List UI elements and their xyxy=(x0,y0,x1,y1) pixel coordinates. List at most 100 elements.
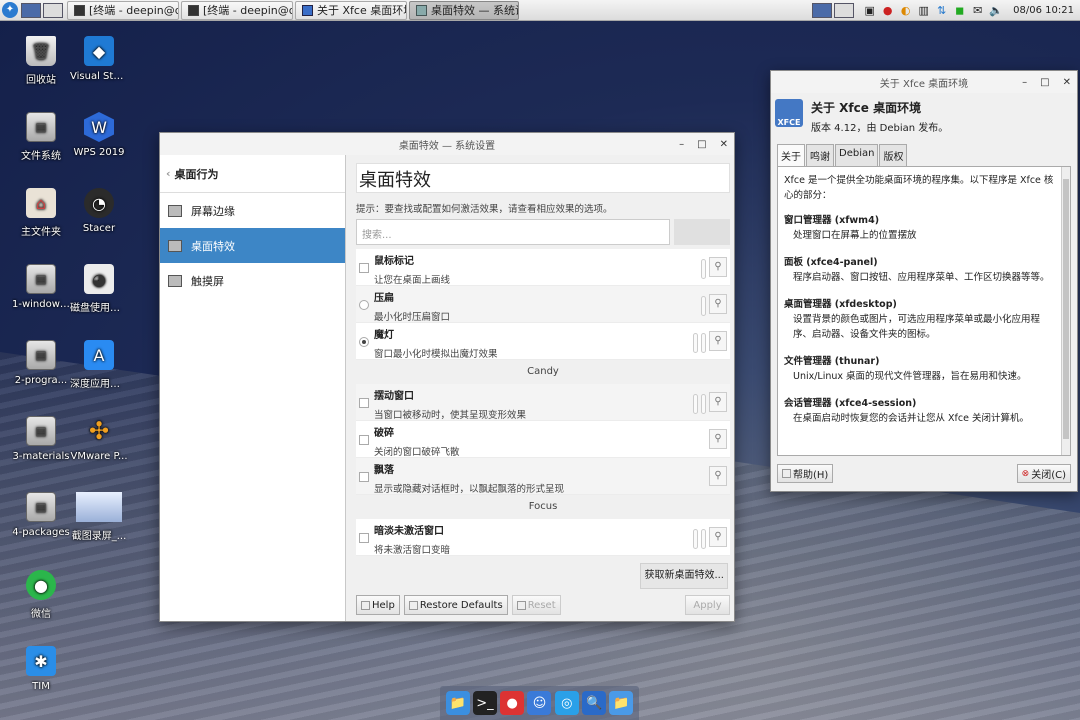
search-input[interactable]: 搜索... xyxy=(356,219,670,245)
effect-configure-icon[interactable]: ⚲ xyxy=(709,527,727,547)
workspace-1[interactable] xyxy=(21,2,41,18)
taskbar-item-terminal-2[interactable]: [终端 - deepin@dep-f... xyxy=(181,0,293,20)
sidebar-item-desktop-effects[interactable]: 桌面特效 xyxy=(160,228,345,263)
effect-toggle[interactable] xyxy=(693,394,698,414)
restore-defaults-button[interactable]: Restore Defaults xyxy=(403,595,508,615)
scrollbar-thumb[interactable] xyxy=(1063,179,1069,439)
about-help-button[interactable]: 帮助(H) xyxy=(777,464,834,483)
desktop-icon-wps[interactable]: W WPS 2019 xyxy=(70,112,128,159)
clipboard-icon[interactable]: ▥ xyxy=(917,4,930,17)
workspace-1[interactable] xyxy=(812,3,833,18)
effect-configure-icon[interactable]: ⚲ xyxy=(709,429,727,449)
effect-row-dim-inactive[interactable]: 暗淡未激活窗口 将未激活窗口变暗 ⚲ xyxy=(356,519,730,556)
desktop-icon-vmware[interactable]: ✣ VMware P... xyxy=(70,416,128,463)
effect-configure-icon[interactable]: ⚲ xyxy=(709,392,727,412)
effect-toggle[interactable] xyxy=(701,296,706,316)
effect-toggle[interactable] xyxy=(701,529,706,549)
desktop-icon-disk-usage[interactable]: ◕ 磁盘使用情... xyxy=(70,264,128,315)
effect-checkbox[interactable] xyxy=(359,263,369,273)
effect-row-squash[interactable]: 压扁 最小化时压扁窗口 ⚲ xyxy=(356,286,730,323)
mail-icon[interactable]: ✉ xyxy=(971,4,984,17)
effect-radio[interactable] xyxy=(359,300,369,310)
effects-list[interactable]: 鼠标标记 让您在桌面上画线 ⚲ 压扁 最小化时压扁窗口 ⚲ 魔灯 窗口最小化时模… xyxy=(356,249,730,561)
effect-row-wobbly-windows[interactable]: 摆动窗口 当窗口被移动时，使其呈现变形效果 ⚲ xyxy=(356,384,730,421)
effect-checkbox[interactable] xyxy=(359,472,369,482)
taskbar-item-about-xfce[interactable]: 关于 Xfce 桌面环境 xyxy=(295,0,407,20)
file-manager-icon[interactable]: 📁 xyxy=(445,691,470,715)
workspace-2[interactable] xyxy=(834,3,855,18)
chat-icon[interactable]: ◼ xyxy=(953,4,966,17)
search-icon[interactable]: 🔍 xyxy=(582,691,607,715)
tab-copyright[interactable]: 版权 xyxy=(879,144,908,166)
reset-button[interactable]: Reset xyxy=(511,595,561,615)
get-new-effects-button[interactable]: 获取新桌面特效... xyxy=(640,563,728,589)
help-button[interactable]: Help xyxy=(356,595,400,615)
back-button[interactable]: ‹ 桌面行为 xyxy=(160,155,345,193)
effect-toggle[interactable] xyxy=(701,394,706,414)
effect-row-mouse-mark[interactable]: 鼠标标记 让您在桌面上画线 ⚲ xyxy=(356,249,730,286)
effect-configure-icon[interactable]: ⚲ xyxy=(709,294,727,314)
tab-about[interactable]: 关于 xyxy=(777,144,805,166)
desktop-icon-trash[interactable]: 🗑 回收站 xyxy=(12,36,70,87)
desktop-icon-filesystem[interactable]: ▤ 文件系统 xyxy=(12,112,70,163)
desktop-icon-tim[interactable]: ✱ TIM xyxy=(12,646,70,693)
effect-toggle[interactable] xyxy=(693,529,698,549)
volume-icon[interactable]: 🔈 xyxy=(989,4,1003,17)
window-titlebar[interactable]: 桌面特效 — 系统设置 – □ ✕ xyxy=(160,133,734,155)
desktop-icon-vscode[interactable]: ◆ Visual Stu... xyxy=(70,36,128,83)
desktop-icon-1-windows[interactable]: ▤ 1-windows... xyxy=(12,264,70,311)
taskbar-item-terminal-1[interactable]: [终端 - deepin@dep-f... xyxy=(67,0,179,20)
app-menu-icon[interactable]: ✦ xyxy=(2,2,18,18)
taskbar-item-desktop-effects[interactable]: 桌面特效 — 系统设置 xyxy=(409,0,519,20)
desktop-icon-3-materials[interactable]: ▤ 3-materials xyxy=(12,416,70,463)
network-icon[interactable]: ⇅ xyxy=(935,4,948,17)
sidebar-item-touch-screen[interactable]: 触摸屏 xyxy=(160,263,345,298)
maximize-icon[interactable]: □ xyxy=(697,139,706,150)
desktop-icon-app-store[interactable]: A 深度应用商店 xyxy=(70,340,128,391)
screen-recorder-icon[interactable]: ● xyxy=(500,691,525,715)
workspace-2[interactable] xyxy=(43,2,63,18)
clock[interactable]: 08/06 10:21 xyxy=(1013,5,1074,16)
effect-toggle[interactable] xyxy=(693,333,698,353)
effect-row-magic-lamp[interactable]: 魔灯 窗口最小化时模拟出魔灯效果 ⚲ xyxy=(356,323,730,360)
notification-icon[interactable]: ◐ xyxy=(899,4,912,17)
about-text-area[interactable]: Xfce 是一个提供全功能桌面环境的程序集。以下程序是 Xfce 核心的部分： … xyxy=(777,166,1071,456)
effect-configure-icon[interactable]: ⚲ xyxy=(709,257,727,277)
effect-checkbox[interactable] xyxy=(359,435,369,445)
browser-icon[interactable]: ◎ xyxy=(554,691,579,715)
about-close-button[interactable]: ⊗ 关闭(C) xyxy=(1016,464,1071,483)
effect-checkbox[interactable] xyxy=(359,533,369,543)
finder-icon[interactable]: ☺ xyxy=(527,691,552,715)
filter-button[interactable] xyxy=(674,219,730,245)
record-icon[interactable]: ● xyxy=(881,4,894,17)
sidebar-item-screen-edges[interactable]: 屏幕边缘 xyxy=(160,193,345,228)
close-icon[interactable]: ✕ xyxy=(1063,77,1071,88)
effect-row-fade-dialogs[interactable]: 飘落 显示或隐藏对话框时，以飘起飘落的形式呈现 ⚲ xyxy=(356,458,730,495)
minimize-icon[interactable]: – xyxy=(679,139,684,150)
desktop-icon-wechat[interactable]: ● 微信 xyxy=(12,570,70,621)
desktop-icon-2-programs[interactable]: ▤ 2-progra... xyxy=(12,340,70,387)
effect-toggle[interactable] xyxy=(701,333,706,353)
terminal-icon[interactable]: >_ xyxy=(472,691,497,715)
apply-button[interactable]: Apply xyxy=(685,595,730,615)
effect-row-fall-apart[interactable]: 破碎 关闭的窗口破碎飞散 ⚲ xyxy=(356,421,730,458)
desktop-icon-screenshot[interactable]: 截图录屏_... xyxy=(70,492,128,543)
maximize-icon[interactable]: □ xyxy=(1040,77,1049,88)
about-scrollbar[interactable] xyxy=(1061,167,1070,455)
close-icon[interactable]: ✕ xyxy=(720,139,728,150)
effect-toggle[interactable] xyxy=(701,259,706,279)
effect-configure-icon[interactable]: ⚲ xyxy=(709,331,727,351)
minimize-icon[interactable]: – xyxy=(1022,77,1027,88)
tab-debian[interactable]: Debian xyxy=(835,144,879,166)
folder-icon[interactable]: 📁 xyxy=(609,691,634,715)
desktop-icon-4-packages[interactable]: ▤ 4-packages xyxy=(12,492,70,539)
effect-radio-selected[interactable] xyxy=(359,337,369,347)
desktop-icon-stacer[interactable]: ◔ Stacer xyxy=(70,188,128,235)
workspace-switcher[interactable] xyxy=(21,2,63,18)
desktop-icon-home[interactable]: ⌂ 主文件夹 xyxy=(12,188,70,239)
window-titlebar[interactable]: 关于 Xfce 桌面环境 – □ ✕ xyxy=(771,71,1077,93)
workspace-switcher-right[interactable] xyxy=(812,3,855,18)
screen-icon[interactable]: ▣ xyxy=(863,4,876,17)
effect-checkbox[interactable] xyxy=(359,398,369,408)
effect-configure-icon[interactable]: ⚲ xyxy=(709,466,727,486)
